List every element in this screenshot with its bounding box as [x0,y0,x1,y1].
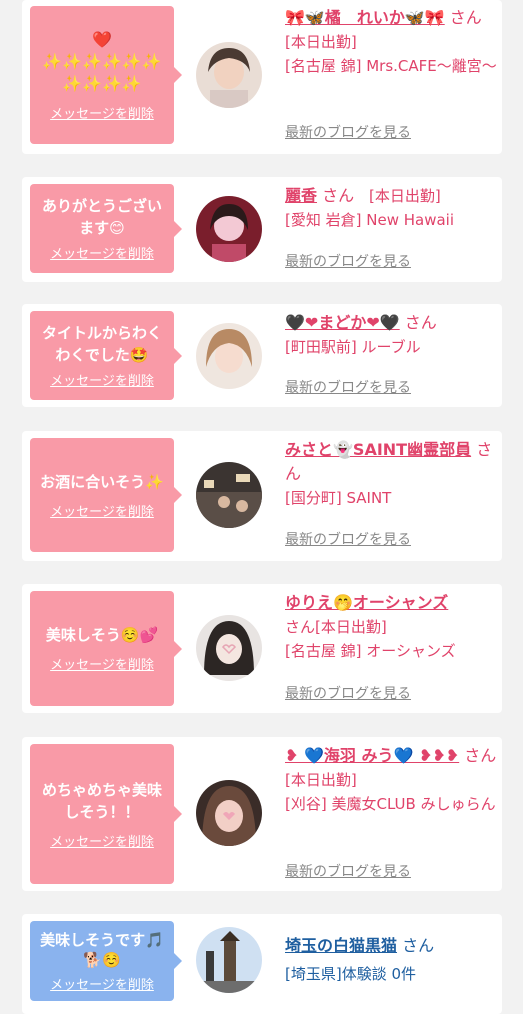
user-detail: [本日出勤] [愛知 岩倉] New Hawaii [285,187,454,229]
delete-message-link[interactable]: メッセージを削除 [50,103,154,122]
user-name-link[interactable]: ゆりえ🤭オーシャンズ [285,593,448,612]
avatar[interactable] [196,323,262,389]
honorific: さん [402,936,435,955]
user-detail: [本日出勤] [刈谷] 美魔女CLUB みしゅらん [285,771,496,813]
avatar[interactable] [196,42,262,108]
message-bubble: お酒に合いそう✨ メッセージを削除 [30,438,182,552]
user-name-link[interactable]: 🖤❤まどか❤🖤 [285,313,400,332]
avatar[interactable] [196,196,262,262]
honorific: さん [449,8,482,27]
latest-blog-link[interactable]: 最新のブログを見る [285,122,411,142]
honorific: さん [404,313,437,332]
message-text: 美味しそうです🎵 🐕☺️ [40,930,164,969]
avatar[interactable] [196,615,262,681]
latest-blog-link[interactable]: 最新のブログを見る [285,251,411,271]
honorific: さん [285,618,316,636]
message-text: めちゃめちゃ美味しそう！！ [41,780,162,821]
delete-message-link[interactable]: メッセージを削除 [50,831,154,850]
avatar[interactable] [196,780,262,846]
user-info: ❥ 💙海羽 みう💙 ❥❥❥ さん [本日出勤] [刈谷] 美魔女CLUB みしゅ… [285,744,497,816]
latest-blog-link[interactable]: 最新のブログを見る [285,377,411,397]
user-info: 🖤❤まどか❤🖤 さん [町田駅前] ルーブル [285,311,497,359]
message-bubble: ありがとうございます😊 メッセージを削除 [30,184,182,273]
latest-blog-link[interactable]: 最新のブログを見る [285,861,411,881]
user-info: みさと👻SAINT幽霊部員 さん [国分町] SAINT [285,438,497,510]
avatar[interactable] [196,927,262,993]
user-name-link[interactable]: 🎀🦋橘 れいか🦋🎀 [285,8,445,27]
user-name-link[interactable]: みさと👻SAINT幽霊部員 [285,440,471,459]
user-info: ゆりえ🤭オーシャンズ さん[本日出勤] [名古屋 錦] オーシャンズ [285,591,497,663]
message-text: 美味しそう☺️💕 [45,626,159,644]
message-bubble: タイトルからわくわくでした🤩 メッセージを削除 [30,311,182,400]
message-bubble: ❤️ ✨✨✨✨✨✨ ✨✨✨✨ メッセージを削除 [30,6,182,144]
avatar[interactable] [196,462,262,528]
delete-message-link[interactable]: メッセージを削除 [50,654,154,673]
latest-blog-link[interactable]: 最新のブログを見る [285,529,411,549]
user-detail: [町田駅前] ルーブル [285,338,421,356]
message-text: タイトルからわくわくでした🤩 [41,324,162,364]
delete-message-link[interactable]: メッセージを削除 [50,974,154,993]
user-detail: [国分町] SAINT [285,489,392,507]
user-detail-block: [本日出勤] [愛知 岩倉] New Hawaii [285,184,497,232]
delete-message-link[interactable]: メッセージを削除 [50,243,154,262]
user-detail: [埼玉県]体験談 0件 [285,965,417,983]
message-bubble: めちゃめちゃ美味しそう！！ メッセージを削除 [30,744,182,884]
message-card: めちゃめちゃ美味しそう！！ メッセージを削除 ❥ 💙海羽 みう💙 ❥❥❥ さん … [22,737,502,891]
user-detail: さん[本日出勤] [名古屋 錦] オーシャンズ [285,615,497,663]
message-card: お酒に合いそう✨ メッセージを削除 みさと👻SAINT幽霊部員 さん [国分町]… [22,431,502,561]
message-card: ❤️ ✨✨✨✨✨✨ ✨✨✨✨ メッセージを削除 🎀🦋橘 れいか🦋🎀 さん [本日… [22,0,502,154]
message-bubble: 美味しそう☺️💕 メッセージを削除 [30,591,182,706]
user-name-link[interactable]: ❥ 💙海羽 みう💙 ❥❥❥ [285,746,459,765]
message-text: ありがとうございます😊 [41,197,162,237]
message-card: 美味しそうです🎵 🐕☺️ メッセージを削除 埼玉の白猫黒猫 さん [埼玉県]体験… [22,914,502,1014]
user-info: 🎀🦋橘 れいか🦋🎀 さん [本日出勤] [名古屋 錦] Mrs.CAFE〜離宮〜 [285,6,497,78]
message-bubble: 美味しそうです🎵 🐕☺️ メッセージを削除 [30,921,182,1001]
user-name-link[interactable]: 埼玉の白猫黒猫 [285,936,397,955]
message-text: ❤️ ✨✨✨✨✨✨ ✨✨✨✨ [42,29,162,93]
honorific: さん [464,746,497,765]
latest-blog-link[interactable]: 最新のブログを見る [285,683,411,703]
message-card: ありがとうございます😊 メッセージを削除 麗香 さん [本日出勤] [愛知 岩倉… [22,177,502,282]
user-detail: [本日出勤] [名古屋 錦] Mrs.CAFE〜離宮〜 [285,33,497,75]
message-card: タイトルからわくわくでした🤩 メッセージを削除 🖤❤まどか❤🖤 さん [町田駅前… [22,304,502,407]
delete-message-link[interactable]: メッセージを削除 [50,370,154,389]
delete-message-link[interactable]: メッセージを削除 [50,501,154,520]
message-text: お酒に合いそう✨ [40,472,164,491]
user-info: 埼玉の白猫黒猫 さん [埼玉県]体験談 0件 [285,934,497,986]
message-card: 美味しそう☺️💕 メッセージを削除 ゆりえ🤭オーシャンズ さん[本日出勤] [名… [22,584,502,713]
